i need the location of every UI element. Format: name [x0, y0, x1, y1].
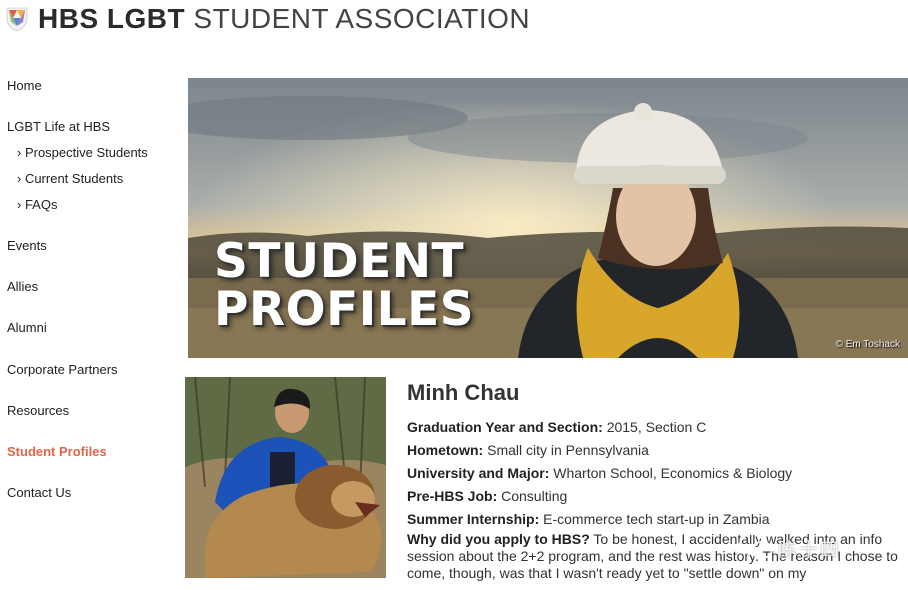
sidebar-item-alumni[interactable]: Alumni [7, 320, 47, 335]
sidebar-item-prospective-students[interactable]: › Prospective Students [17, 145, 148, 160]
sidebar-item-home[interactable]: Home [7, 78, 42, 93]
sidebar-item-resources[interactable]: Resources [7, 403, 69, 418]
field-value: Consulting [501, 488, 568, 504]
site-title-light: STUDENT ASSOCIATION [193, 3, 531, 34]
profile-field-summer-internship: Summer Internship: E-commerce tech start… [407, 508, 907, 531]
site-title-bold: HBS LGBT [38, 3, 186, 34]
field-label: Pre-HBS Job: [407, 488, 498, 504]
hero-title-line1: STUDENT [214, 234, 465, 289]
sidebar-item-faqs[interactable]: › FAQs [17, 197, 57, 212]
hero-title-line2: PROFILES [214, 282, 475, 337]
field-label: Graduation Year and Section: [407, 419, 603, 435]
photo-credit: © Em Toshack [835, 339, 900, 350]
field-label: Why did you apply to HBS? [407, 531, 590, 547]
sidebar-item-lgbt-life[interactable]: LGBT Life at HBS [7, 119, 110, 134]
field-value: Wharton School, Economics & Biology [553, 465, 793, 481]
watermark-text: 陈十四 [778, 540, 842, 561]
site-header: HBS LGBT STUDENT ASSOCIATION [0, 0, 908, 44]
watermark: 陈十四 [738, 531, 888, 561]
profile-field-graduation: Graduation Year and Section: 2015, Secti… [407, 416, 907, 439]
field-label: Summer Internship: [407, 511, 540, 527]
hero-title: STUDENT PROFILES [214, 238, 474, 334]
hero-banner: STUDENT PROFILES © Em Toshack [188, 78, 908, 358]
profile-field-university: University and Major: Wharton School, Ec… [407, 462, 907, 485]
sidebar-item-contact-us[interactable]: Contact Us [7, 485, 71, 500]
shield-logo-icon[interactable] [6, 6, 28, 32]
sidebar-item-allies[interactable]: Allies [7, 279, 38, 294]
profile-name: Minh Chau [407, 380, 520, 405]
profile-photo [185, 377, 386, 578]
field-value: 2015, Section C [606, 419, 707, 435]
sidebar-item-events[interactable]: Events [7, 238, 47, 253]
profile-field-pre-hbs-job: Pre-HBS Job: Consulting [407, 485, 907, 508]
sidebar-item-corporate-partners[interactable]: Corporate Partners [7, 362, 118, 377]
field-value: Small city in Pennsylvania [487, 442, 649, 458]
field-label: Hometown: [407, 442, 484, 458]
sidebar-item-current-students[interactable]: › Current Students [17, 171, 123, 186]
profile-field-hometown: Hometown: Small city in Pennsylvania [407, 439, 907, 462]
field-value: E-commerce tech start-up in Zambia [543, 511, 770, 527]
field-label: University and Major: [407, 465, 550, 481]
site-title[interactable]: HBS LGBT STUDENT ASSOCIATION [38, 3, 530, 35]
sidebar-item-student-profiles[interactable]: Student Profiles [7, 444, 107, 459]
wechat-icon [739, 533, 773, 559]
